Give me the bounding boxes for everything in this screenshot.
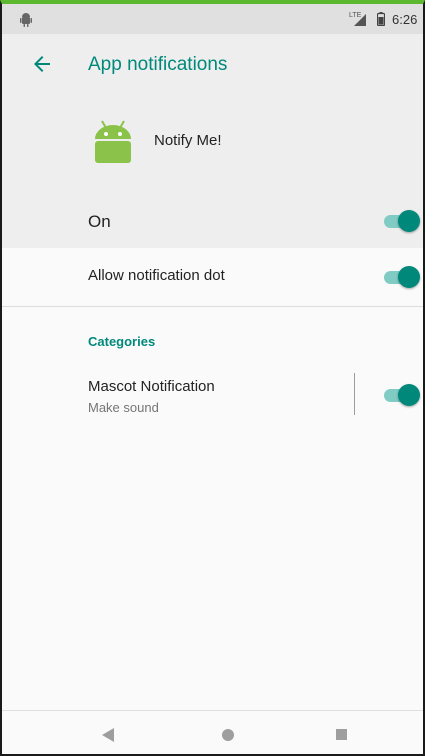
- back-triangle-icon[interactable]: [102, 728, 114, 742]
- notification-dot-switch[interactable]: [384, 266, 420, 288]
- navigation-bar: [2, 710, 423, 754]
- category-summary: Make sound: [88, 400, 159, 415]
- category-title: Mascot Notification: [88, 378, 215, 395]
- home-circle-icon[interactable]: [222, 729, 234, 741]
- switch-thumb: [398, 266, 420, 288]
- page-title: App notifications: [88, 54, 228, 75]
- app-info-header: App notifications Notify Me! On: [2, 34, 423, 248]
- device-screen: LTE 6:26 App notifications Notify Me! On: [0, 0, 425, 756]
- categories-header: Categories: [88, 334, 156, 349]
- master-toggle-switch[interactable]: [384, 210, 420, 232]
- category-row-mascot[interactable]: Mascot Notification Make sound: [2, 364, 423, 428]
- android-icon: [20, 13, 32, 27]
- arrow-back-icon[interactable]: [30, 52, 54, 76]
- lte-signal-icon: [354, 14, 366, 26]
- category-switch[interactable]: [384, 384, 420, 406]
- app-name: Notify Me!: [154, 132, 222, 149]
- recents-square-icon[interactable]: [336, 729, 347, 740]
- switch-thumb: [398, 384, 420, 406]
- vertical-divider: [354, 373, 355, 415]
- switch-thumb: [398, 210, 420, 232]
- status-bar: LTE 6:26: [2, 4, 423, 34]
- status-clock: 6:26: [392, 12, 418, 27]
- master-toggle-label: On: [88, 212, 111, 231]
- notification-dot-row[interactable]: Allow notification dot: [2, 248, 423, 306]
- notification-dot-label: Allow notification dot: [88, 267, 225, 284]
- section-divider: [2, 306, 423, 307]
- android-robot-icon: [95, 120, 131, 163]
- battery-icon: [377, 12, 385, 26]
